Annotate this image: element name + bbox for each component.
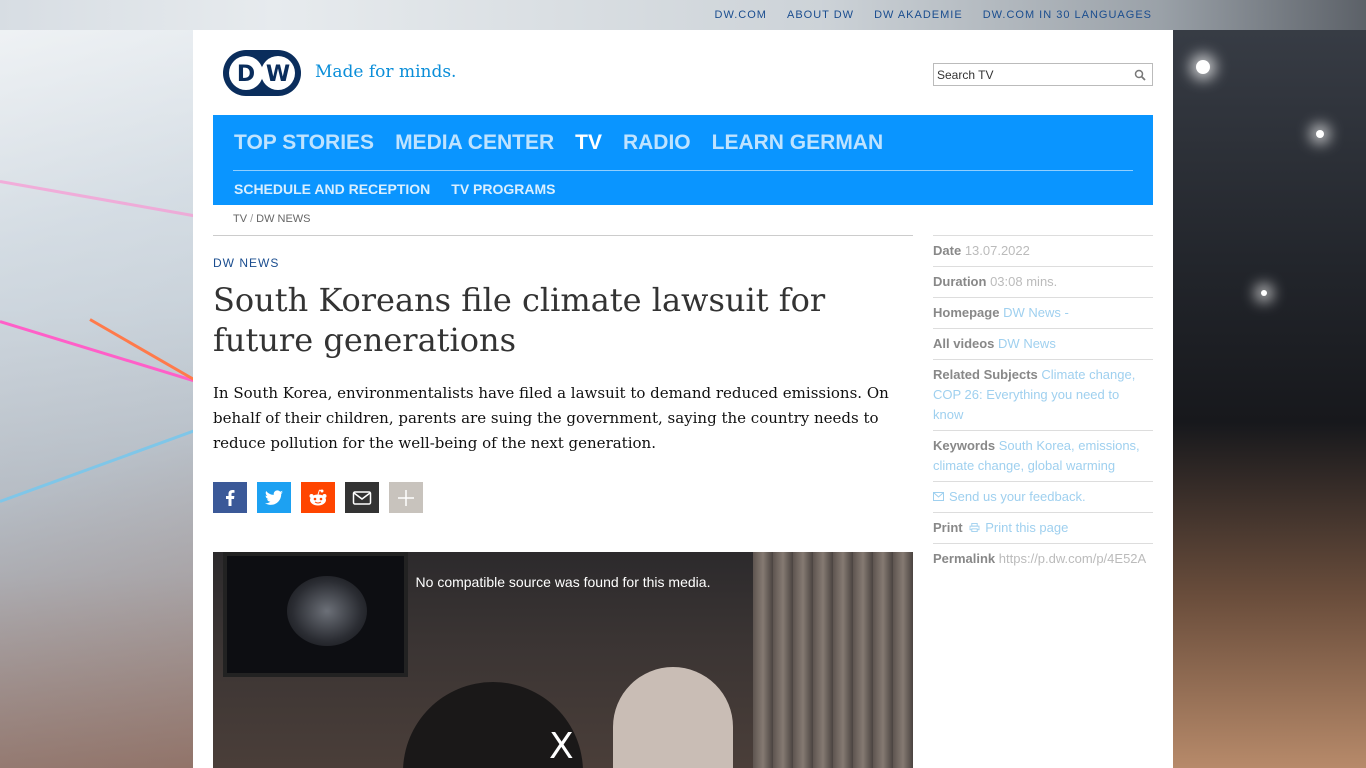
nav-learn-german[interactable]: LEARN GERMAN (712, 131, 884, 155)
meta-duration: Duration 03:08 mins. (933, 266, 1153, 297)
share-more-button[interactable] (389, 482, 423, 513)
meta-date: Date 13.07.2022 (933, 235, 1153, 266)
content-divider (213, 235, 913, 236)
search-box (933, 63, 1153, 86)
svg-text:W: W (266, 62, 290, 87)
background-stripe (89, 318, 195, 381)
background-right (1166, 0, 1366, 768)
background-stripe (0, 180, 198, 218)
meta-print-label: Print (933, 520, 963, 535)
meta-permalink: Permalink https://p.dw.com/p/4E52A (933, 543, 1153, 574)
nav-tv-programs[interactable]: TV PROGRAMS (451, 181, 555, 197)
share-email-button[interactable] (345, 482, 379, 513)
nav-sub: SCHEDULE AND RECEPTION TV PROGRAMS (234, 181, 556, 197)
twitter-icon (265, 489, 283, 505)
meta-all-videos-link[interactable]: DW News (998, 336, 1056, 351)
nav-main: TOP STORIES MEDIA CENTER TV RADIO LEARN … (234, 131, 883, 155)
background-stripe (0, 424, 208, 503)
share-bar (213, 482, 423, 513)
search-input[interactable] (934, 64, 1114, 85)
search-icon[interactable] (1134, 69, 1146, 81)
mail-icon (352, 490, 372, 505)
top-link-languages[interactable]: DW.COM IN 30 LANGUAGES (983, 9, 1152, 21)
video-close-button[interactable]: X (549, 726, 574, 767)
breadcrumb-separator: / (250, 213, 254, 225)
video-frame-figure (613, 667, 733, 768)
meta-homepage-label: Homepage (933, 305, 1000, 320)
share-twitter-button[interactable] (257, 482, 291, 513)
dw-logo[interactable]: D W (223, 50, 301, 96)
meta-homepage-link[interactable]: DW News - (1003, 305, 1069, 320)
breadcrumb-tv[interactable]: TV (233, 213, 247, 225)
meta-print: Print Print this page (933, 512, 1153, 543)
plus-icon (398, 489, 414, 506)
meta-feedback: Send us your feedback. (933, 481, 1153, 512)
breadcrumb-dw-news[interactable]: DW NEWS (256, 213, 310, 225)
article-headline: South Koreans file climate lawsuit for f… (213, 281, 826, 359)
studio-light (1316, 130, 1324, 138)
print-link[interactable]: Print this page (985, 520, 1068, 535)
meta-homepage: Homepage DW News - (933, 297, 1153, 328)
dw-logo-icon: D W (223, 50, 301, 96)
video-frame-monitor (223, 552, 408, 677)
meta-duration-label: Duration (933, 274, 987, 289)
printer-icon (969, 523, 980, 532)
meta-all-videos: All videos DW News (933, 328, 1153, 359)
reddit-icon (309, 489, 327, 505)
nav-media-center[interactable]: MEDIA CENTER (395, 131, 554, 155)
nav-top-stories[interactable]: TOP STORIES (234, 131, 374, 155)
facebook-icon (226, 489, 235, 506)
background-left (0, 0, 221, 768)
article-kicker: DW NEWS (213, 256, 280, 270)
envelope-icon (933, 492, 944, 501)
article-teaser: In South Korea, environmentalists have f… (213, 384, 889, 452)
share-facebook-button[interactable] (213, 482, 247, 513)
meta-related-label: Related Subjects (933, 367, 1038, 382)
meta-keywords-label: Keywords (933, 438, 996, 453)
tagline: Made for minds. (315, 62, 457, 82)
meta-keywords: Keywords South Korea, emissions, climate… (933, 430, 1153, 481)
top-link-dw-akademie[interactable]: DW AKADEMIE (874, 9, 963, 21)
meta-date-label: Date (933, 243, 962, 258)
meta-permalink-label: Permalink (933, 551, 996, 566)
nav-divider (233, 170, 1133, 171)
nav-tv[interactable]: TV (575, 131, 602, 155)
top-link-about-dw[interactable]: ABOUT DW (787, 9, 854, 21)
meta-date-value: 13.07.2022 (964, 243, 1030, 258)
article-meta-sidebar: Date 13.07.2022 Duration 03:08 mins. Hom… (933, 235, 1153, 574)
svg-text:D: D (237, 62, 255, 87)
nav-radio[interactable]: RADIO (623, 131, 691, 155)
breadcrumb: TV / DW NEWS (233, 213, 311, 225)
meta-duration-value: 03:08 mins. (990, 274, 1058, 289)
feedback-link[interactable]: Send us your feedback. (949, 489, 1086, 504)
nav-schedule-reception[interactable]: SCHEDULE AND RECEPTION (234, 181, 430, 197)
studio-light (1261, 290, 1267, 296)
meta-permalink-value[interactable]: https://p.dw.com/p/4E52A (999, 551, 1146, 566)
main-navigation: TOP STORIES MEDIA CENTER TV RADIO LEARN … (213, 115, 1153, 205)
meta-all-videos-label: All videos (933, 336, 995, 351)
video-player[interactable]: No compatible source was found for this … (213, 552, 913, 768)
top-links: DW.COM ABOUT DW DW AKADEMIE DW.COM IN 30… (715, 9, 1152, 21)
background-top (0, 0, 1366, 30)
studio-light (1196, 60, 1210, 74)
main-panel: D W Made for minds. TOP STORIES MEDIA CE… (193, 30, 1173, 768)
top-link-dw-com[interactable]: DW.COM (715, 9, 767, 21)
meta-related-subjects: Related Subjects Climate change, COP 26:… (933, 359, 1153, 430)
video-error-message: No compatible source was found for this … (415, 574, 711, 590)
share-reddit-button[interactable] (301, 482, 335, 513)
